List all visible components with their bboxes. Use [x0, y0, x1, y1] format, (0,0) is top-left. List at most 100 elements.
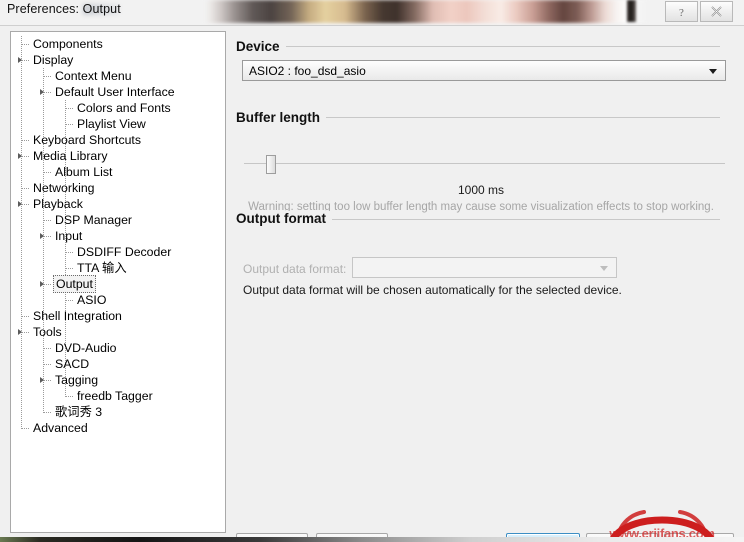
- output-settings-pane: Device ASIO2 : foo_dsd_asio Buffer lengt…: [236, 31, 734, 533]
- tree-guide-stub: [21, 204, 29, 206]
- chevron-down-icon: [709, 68, 717, 74]
- tree-guide-stub: [43, 236, 51, 238]
- buffer-slider-track[interactable]: [244, 163, 725, 164]
- tree-item-6[interactable]: Playlist View: [11, 116, 225, 132]
- tree-expander-icon[interactable]: [18, 153, 22, 159]
- tree-item-label[interactable]: Networking: [31, 180, 97, 196]
- tree-expander-icon[interactable]: [40, 281, 44, 287]
- output-format-note: Output data format will be chosen automa…: [243, 283, 622, 297]
- tree-item-11[interactable]: Playback: [11, 196, 225, 212]
- tree-item-label[interactable]: Tools: [31, 324, 64, 340]
- tree-item-3[interactable]: Context Menu: [11, 68, 225, 84]
- preferences-dialog: Preferences: Output ? Components Display C…: [0, 0, 744, 542]
- tree-guide-stub: [43, 76, 51, 78]
- tree-guide-stub: [21, 44, 29, 46]
- tree-guide-stub: [21, 316, 29, 318]
- svg-text:?: ?: [679, 7, 684, 19]
- tree-guide-stub: [43, 364, 51, 366]
- tree-item-7[interactable]: Keyboard Shortcuts: [11, 132, 225, 148]
- tree-item-label[interactable]: Components: [31, 36, 105, 52]
- tree-expander-icon[interactable]: [40, 377, 44, 383]
- tree-item-17[interactable]: ASIO: [11, 292, 225, 308]
- tree-guide-stub: [65, 252, 73, 254]
- tree-item-8[interactable]: Media Library: [11, 148, 225, 164]
- output-data-format-combo: [352, 257, 617, 278]
- tree-guide-stub: [21, 188, 29, 190]
- tree-guide-stub: [43, 348, 51, 350]
- tree-item-14[interactable]: DSDIFF Decoder: [11, 244, 225, 260]
- tree-guide-stub: [43, 284, 51, 286]
- tree-item-label[interactable]: Tagging: [53, 372, 100, 388]
- tree-item-25[interactable]: Advanced: [11, 420, 225, 436]
- tree-item-5[interactable]: Colors and Fonts: [11, 100, 225, 116]
- tree-item-1[interactable]: Components: [11, 36, 225, 52]
- tree-item-20[interactable]: DVD-Audio: [11, 340, 225, 356]
- tree-expander-icon[interactable]: [18, 201, 22, 207]
- preferences-tree[interactable]: Components Display Context Menu Default Use…: [10, 31, 226, 533]
- tree-item-label[interactable]: Album List: [53, 164, 114, 180]
- tree-item-label[interactable]: ASIO: [75, 292, 108, 308]
- tree-item-13[interactable]: Input: [11, 228, 225, 244]
- tree-expander-icon[interactable]: [18, 329, 22, 335]
- tree-guide-stub: [21, 60, 29, 62]
- tree-guide-stub: [43, 220, 51, 222]
- tree-item-label[interactable]: DSP Manager: [53, 212, 134, 228]
- output-format-section-header: Output format: [236, 211, 332, 226]
- tree-item-label[interactable]: Advanced: [31, 420, 90, 436]
- tree-item-label[interactable]: Display: [31, 52, 75, 68]
- tree-item-2[interactable]: Display: [11, 52, 225, 68]
- tree-item-label[interactable]: Context Menu: [53, 68, 134, 84]
- tree-item-12[interactable]: DSP Manager: [11, 212, 225, 228]
- tree-guide-stub: [65, 300, 73, 302]
- output-data-format-label: Output data format:: [243, 262, 347, 276]
- tree-expander-icon[interactable]: [40, 233, 44, 239]
- tree-expander-icon[interactable]: [40, 89, 44, 95]
- tree-item-label[interactable]: Playback: [31, 196, 85, 212]
- tree-guide-stub: [43, 92, 51, 94]
- tree-guide-stub: [43, 412, 51, 414]
- tree-item-label[interactable]: Output: [53, 275, 96, 293]
- tree-item-label[interactable]: freedb Tagger: [75, 388, 155, 404]
- device-combo[interactable]: ASIO2 : foo_dsd_asio: [242, 60, 726, 81]
- tree-item-label[interactable]: DVD-Audio: [53, 340, 119, 356]
- tree-guide-stub: [21, 140, 29, 142]
- tree-item-label[interactable]: Input: [53, 228, 84, 244]
- tree-item-22[interactable]: Tagging: [11, 372, 225, 388]
- tree-expander-icon[interactable]: [18, 57, 22, 63]
- device-section-header: Device: [236, 39, 286, 54]
- tree-item-label[interactable]: Playlist View: [75, 116, 148, 132]
- tree-guide-stub: [65, 396, 73, 398]
- tree-item-24[interactable]: 歌词秀 3: [11, 404, 225, 420]
- desktop-edge-strip: [0, 537, 744, 542]
- tree-item-18[interactable]: Shell Integration: [11, 308, 225, 324]
- tree-item-label[interactable]: Colors and Fonts: [75, 100, 173, 116]
- tree-item-21[interactable]: SACD: [11, 356, 225, 372]
- tree-item-4[interactable]: Default User Interface: [11, 84, 225, 100]
- title-bar: Preferences: Output ?: [0, 0, 744, 25]
- tree-item-23[interactable]: freedb Tagger: [11, 388, 225, 404]
- tree-item-label[interactable]: Keyboard Shortcuts: [31, 132, 143, 148]
- device-section-rule: [236, 46, 720, 47]
- tree-item-label[interactable]: SACD: [53, 356, 91, 372]
- dialog-body: Components Display Context Menu Default Use…: [0, 25, 744, 542]
- tree-item-label[interactable]: TTA 输入: [75, 260, 129, 276]
- tree-guide-stub: [65, 124, 73, 126]
- tree-item-label[interactable]: Media Library: [31, 148, 110, 164]
- buffer-slider-thumb[interactable]: [266, 155, 276, 174]
- tree-item-label[interactable]: Default User Interface: [53, 84, 177, 100]
- close-button[interactable]: [700, 1, 733, 22]
- tree-item-15[interactable]: TTA 输入: [11, 260, 225, 276]
- chevron-down-icon: [600, 265, 608, 271]
- window-title: Preferences: Output: [7, 2, 121, 16]
- tree-item-16[interactable]: Output: [11, 275, 225, 293]
- tree-item-label[interactable]: Shell Integration: [31, 308, 124, 324]
- tree-item-10[interactable]: Networking: [11, 180, 225, 196]
- tree-item-9[interactable]: Album List: [11, 164, 225, 180]
- question-mark-icon: ?: [679, 7, 684, 19]
- tree-item-label[interactable]: DSDIFF Decoder: [75, 244, 173, 260]
- tree-item-19[interactable]: Tools: [11, 324, 225, 340]
- tree-guide-stub: [43, 172, 51, 174]
- tree-item-label[interactable]: 歌词秀 3: [53, 404, 104, 420]
- background-photo-edge: [627, 0, 636, 22]
- help-button[interactable]: ?: [665, 1, 698, 22]
